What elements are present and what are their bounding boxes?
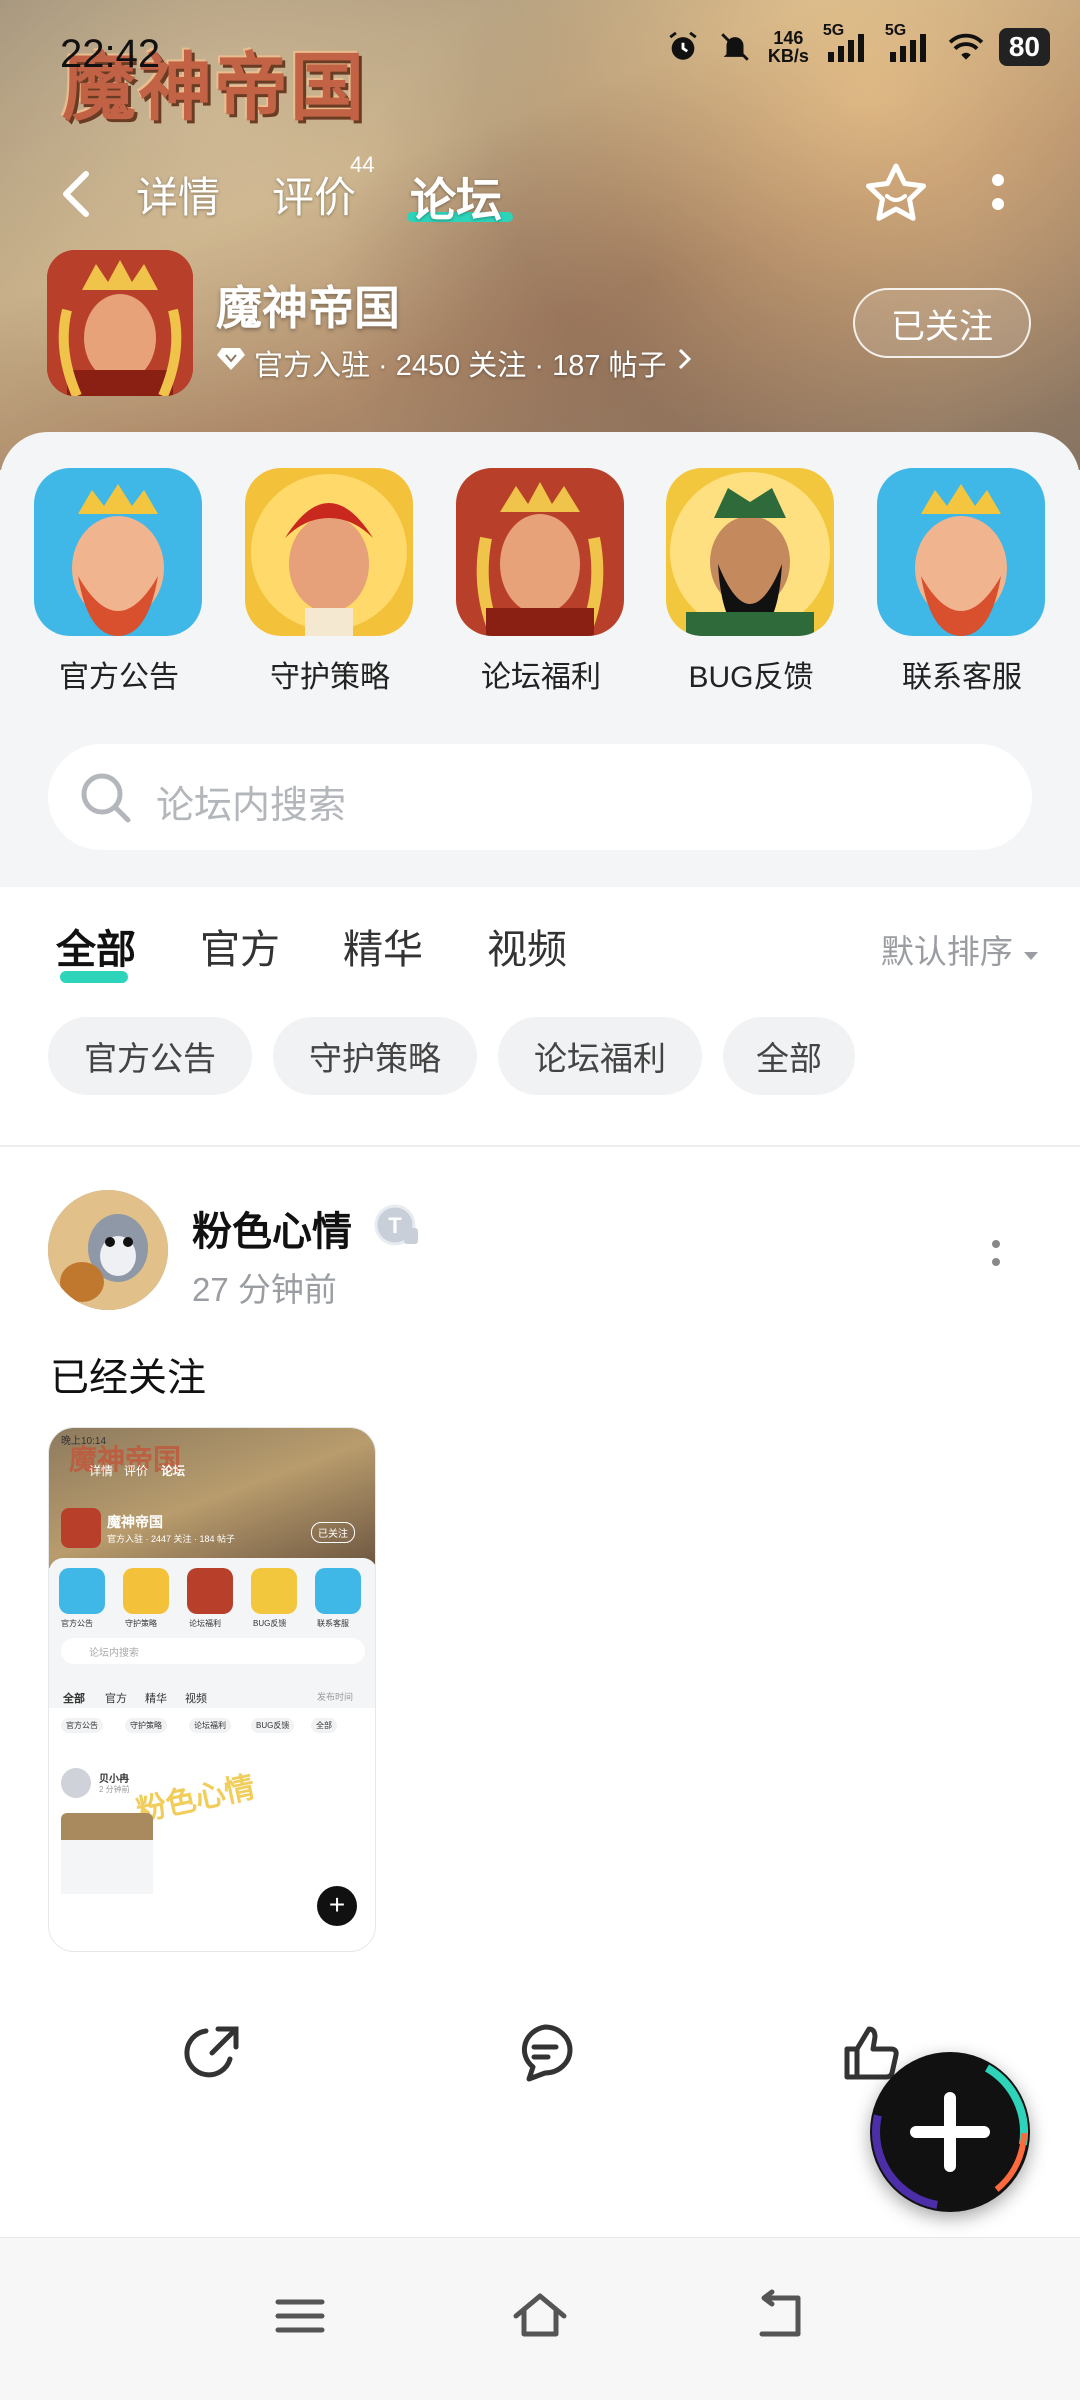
- official-label: 官方入驻: [254, 350, 371, 382]
- alarm-icon: [664, 28, 702, 66]
- reviews-count-badge: 44: [350, 152, 375, 177]
- chip-announcement[interactable]: 官方公告: [48, 1017, 252, 1095]
- game-meta[interactable]: 官方入驻 · 2450 关注 · 187 帖子: [216, 342, 693, 384]
- chip-all[interactable]: 全部: [723, 1017, 855, 1095]
- feed-tab-featured[interactable]: 精华: [343, 917, 423, 975]
- strategy-icon: [245, 468, 413, 636]
- mini-fab-icon: +: [317, 1886, 357, 1926]
- home-icon[interactable]: [510, 2286, 570, 2346]
- signal-icon-2: 5G: [885, 22, 933, 66]
- feed-tab-all[interactable]: 全部: [56, 917, 136, 975]
- tab-forum[interactable]: 论坛: [410, 164, 502, 230]
- follow-button[interactable]: 已关注: [853, 288, 1031, 358]
- post-more-icon[interactable]: [986, 1232, 1006, 1276]
- search-icon: [78, 770, 134, 826]
- share-icon[interactable]: [178, 2017, 248, 2087]
- customer-service-icon: [877, 468, 1045, 636]
- feed-tab-underline: [60, 971, 128, 983]
- avatar[interactable]: [48, 1190, 168, 1310]
- quick-link-customer-service[interactable]: 联系客服: [877, 468, 1047, 696]
- welfare-icon: [456, 468, 624, 636]
- sort-dropdown[interactable]: 默认排序: [881, 925, 1040, 973]
- tab-reviews[interactable]: 评价: [272, 164, 356, 225]
- status-time: 22:42: [60, 32, 161, 76]
- feed-tab-video[interactable]: 视频: [487, 917, 567, 975]
- quick-link-strategy[interactable]: 守护策略: [245, 468, 415, 696]
- back-button[interactable]: [56, 166, 96, 222]
- net-speed: 146 KB/s: [767, 28, 809, 66]
- game-title: 魔神帝国: [216, 282, 400, 334]
- tab-details[interactable]: 详情: [136, 164, 220, 225]
- signal-icon: 5G: [823, 22, 871, 66]
- feed-divider: [0, 1145, 1080, 1147]
- bug-report-icon: [666, 468, 834, 636]
- announcement-icon: [34, 468, 202, 636]
- user-level-badge-icon: T: [374, 1202, 420, 1248]
- official-diamond-icon: [216, 346, 246, 380]
- forum-stats: · 2450 关注 · 187 帖子: [378, 350, 667, 382]
- quick-link-announcement[interactable]: 官方公告: [34, 468, 204, 696]
- feed-tab-official[interactable]: 官方: [200, 917, 280, 975]
- quick-link-bug-report[interactable]: BUG反馈: [666, 468, 836, 696]
- more-options-button[interactable]: [980, 162, 1016, 222]
- favorite-star-button[interactable]: [860, 158, 932, 230]
- top-nav: 详情 评价 44 论坛: [0, 150, 1080, 240]
- game-icon: [47, 250, 193, 396]
- quick-link-welfare[interactable]: 论坛福利: [456, 468, 626, 696]
- author-name[interactable]: 粉色心情: [192, 1199, 352, 1257]
- chip-welfare[interactable]: 论坛福利: [498, 1017, 702, 1095]
- post-image[interactable]: 晚上10:14 魔神帝国 详情 评价 论坛 魔神帝国 官方入驻 · 2447 关…: [48, 1427, 376, 1952]
- post-time: 27 分钟前: [192, 1271, 337, 1308]
- status-bar: 22:42 146 KB/s 5G 5G 80: [0, 0, 1080, 110]
- back-nav-icon[interactable]: [750, 2286, 810, 2346]
- wifi-icon: [947, 28, 985, 66]
- svg-text:T: T: [388, 1213, 402, 1238]
- caret-down-icon: [1022, 933, 1040, 970]
- search-input[interactable]: 论坛内搜索: [156, 774, 346, 829]
- battery-indicator: 80: [998, 28, 1050, 66]
- system-navigation-bar: [0, 2237, 1080, 2400]
- forum-search-bar[interactable]: 论坛内搜索: [48, 744, 1032, 850]
- new-post-button[interactable]: [870, 2052, 1030, 2212]
- post-body[interactable]: 已经关注: [50, 1347, 206, 1403]
- menu-icon[interactable]: [270, 2286, 330, 2346]
- chip-strategy[interactable]: 守护策略: [273, 1017, 477, 1095]
- chevron-right-icon: [675, 346, 693, 380]
- mute-bell-icon: [716, 28, 754, 66]
- post-feed: 全部 官方 精华 视频 默认排序 官方公告 守护策略 论坛福利 全部 粉色心情 …: [0, 887, 1080, 2237]
- game-header: 魔神帝国 22:42 146 KB/s 5G 5G 80 详情 评价 44 论坛…: [0, 0, 1080, 470]
- comment-icon[interactable]: [510, 2017, 580, 2087]
